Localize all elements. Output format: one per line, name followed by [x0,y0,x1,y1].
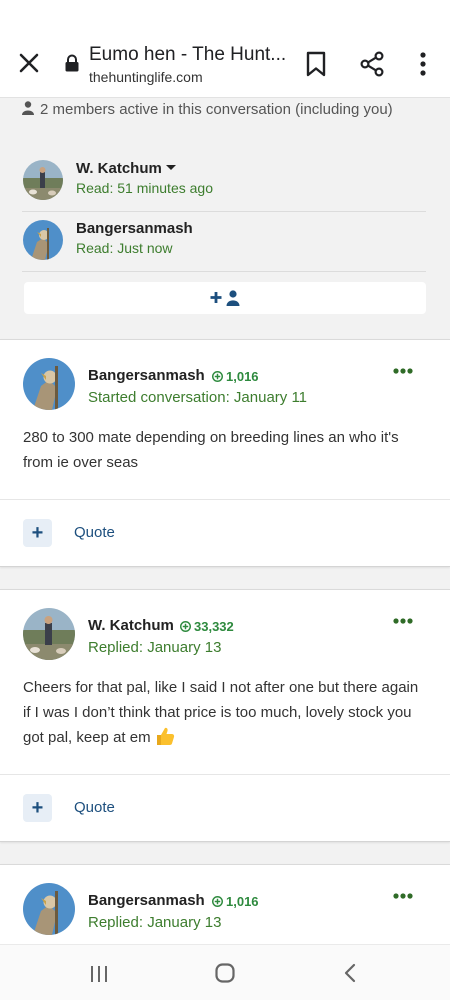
members-summary: 2 members active in this conversation (i… [22,101,422,119]
member-name[interactable]: W. Katchum [76,160,176,177]
quote-button[interactable]: Quote [74,799,115,816]
multi-quote-button[interactable]: + [23,519,52,547]
plus-icon: + [31,797,44,819]
member-name[interactable]: Bangersanmash [76,220,193,237]
member-row[interactable]: W. Katchum Read: 51 minutes ago [22,152,426,212]
more-options-icon[interactable] [393,367,413,375]
message-body: 280 to 300 mate depending on breeding li… [23,429,399,471]
message-text: Cheers for that pal, like I said I not a… [23,679,419,746]
plus-icon: + [31,522,44,544]
thumbs-up-icon [156,727,174,745]
avatar[interactable] [23,883,75,935]
add-user-icon [210,290,240,306]
message-date[interactable]: Replied: January 13 [88,639,221,656]
member-read-status: Read: 51 minutes ago [76,180,213,196]
member-row[interactable]: Bangersanmash Read: Just now [22,212,426,272]
quote-button[interactable]: Quote [74,524,115,541]
invite-member-button[interactable] [24,282,426,314]
person-icon [22,101,34,115]
message-author[interactable]: Bangersanmash [88,892,205,909]
page-title[interactable]: Eumo hen - The Hunt... [89,44,289,66]
back-icon[interactable] [343,963,357,983]
message-card: Bangersanmash 1,016 Started conversation… [0,339,450,567]
message-date[interactable]: Replied: January 13 [88,914,221,931]
multi-quote-button[interactable]: + [23,794,52,822]
avatar[interactable] [23,220,63,260]
reaction-score: 33,332 [180,619,234,634]
reaction-score: 1,016 [212,369,259,384]
avatar[interactable] [23,160,63,200]
recent-apps-icon[interactable] [89,965,109,983]
message-date[interactable]: Started conversation: January 11 [88,389,307,406]
reaction-score: 1,016 [212,894,259,909]
message-card: W. Katchum 33,332 Replied: January 13 Ch… [0,589,450,842]
member-read-status: Read: Just now [76,240,173,256]
divider [0,499,450,500]
more-options-icon[interactable] [393,892,413,900]
message-body: Cheers for that pal, like I said I not a… [23,675,423,750]
conversation-members: 2 members active in this conversation (i… [0,98,450,336]
close-icon[interactable] [16,50,42,76]
share-icon[interactable] [359,51,385,77]
home-icon[interactable] [215,963,235,983]
chevron-down-icon[interactable] [165,165,176,170]
more-options-icon[interactable] [393,617,413,625]
message-author[interactable]: Bangersanmash [88,367,205,384]
plus-circle-icon [212,896,223,907]
system-nav-bar [0,944,450,1000]
bookmark-icon[interactable] [304,51,328,77]
page-url[interactable]: thehuntinglife.com [89,69,203,85]
avatar[interactable] [23,358,75,410]
more-options-icon[interactable] [414,50,432,78]
lock-icon [65,54,79,72]
plus-circle-icon [212,371,223,382]
message-author[interactable]: W. Katchum [88,617,174,634]
plus-circle-icon [180,621,191,632]
members-summary-text: 2 members active in this conversation (i… [40,101,393,118]
browser-toolbar: Eumo hen - The Hunt... thehuntinglife.co… [0,0,450,98]
avatar[interactable] [23,608,75,660]
divider [0,774,450,775]
